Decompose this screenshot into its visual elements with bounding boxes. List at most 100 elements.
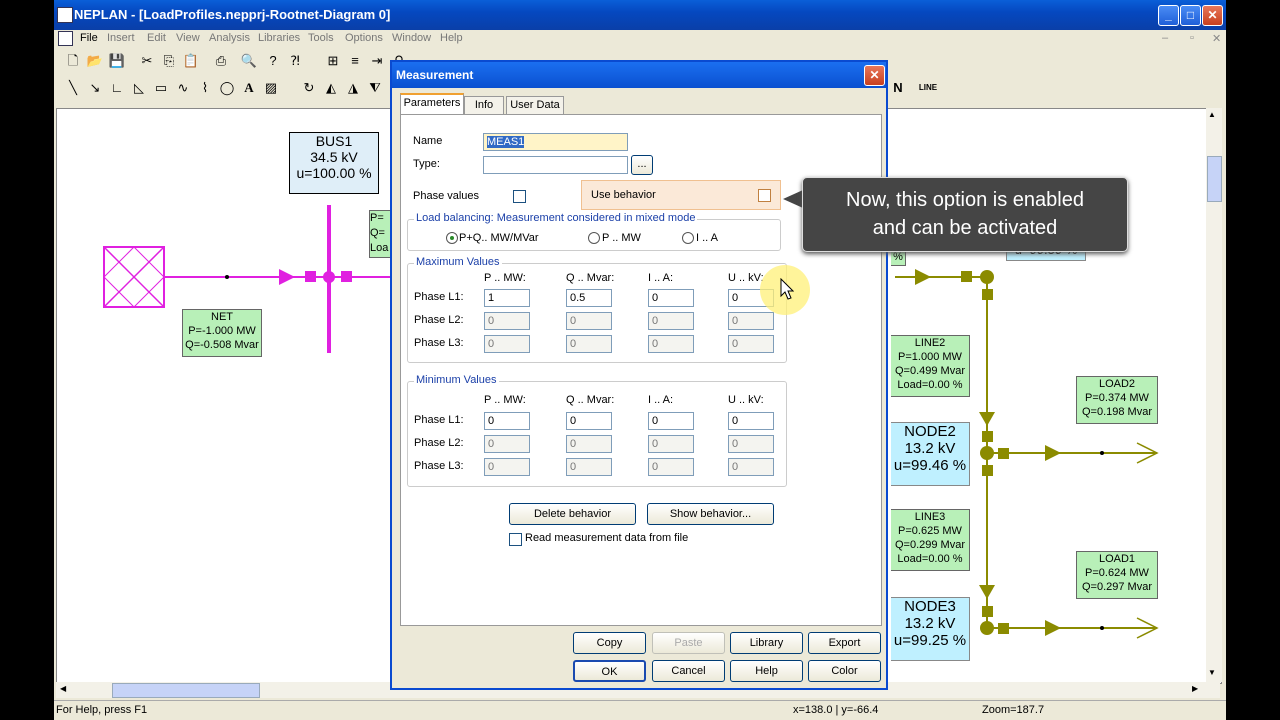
menu-view[interactable]: View [176, 32, 200, 44]
read-measurement-checkbox[interactable] [509, 533, 522, 546]
image-tool-icon[interactable]: ▨ [262, 79, 280, 97]
max-l2-i-field[interactable]: 0 [648, 312, 694, 330]
menu-libraries[interactable]: Libraries [258, 32, 300, 44]
copy-button[interactable]: Copy [573, 632, 646, 654]
phase-values-checkbox[interactable] [513, 190, 526, 203]
max-l3-p-field[interactable]: 0 [484, 335, 530, 353]
menu-file[interactable]: File [80, 32, 98, 44]
rotate-icon[interactable]: ↻ [300, 79, 318, 97]
close-button[interactable]: ✕ [1202, 5, 1223, 26]
max-l1-q-field[interactable]: 0.5 [566, 289, 612, 307]
min-l3-p-field[interactable]: 0 [484, 458, 530, 476]
cut-icon[interactable]: ✂ [138, 52, 156, 70]
copy-icon[interactable]: ⎘ [160, 52, 178, 70]
tab-info[interactable]: Info [464, 96, 504, 115]
node2-label[interactable]: NODE2 13.2 kV u=99.46 % [891, 422, 970, 486]
flip-vertical-icon[interactable]: ◮ [344, 79, 362, 97]
scroll-right-icon[interactable]: ▶ [1192, 684, 1198, 693]
polyline-tool-icon[interactable]: ∟ [108, 79, 126, 97]
radio-i[interactable] [682, 232, 694, 244]
mdi-minimize-icon[interactable]: – [1162, 32, 1168, 44]
help-button[interactable]: Help [730, 660, 803, 682]
max-l3-q-field[interactable]: 0 [566, 335, 612, 353]
radio-pq[interactable] [446, 232, 458, 244]
maximize-button[interactable]: □ [1180, 5, 1201, 26]
curve-tool-icon[interactable]: ∿ [174, 79, 192, 97]
vertical-scroll-thumb[interactable] [1207, 156, 1222, 202]
menu-tools[interactable]: Tools [308, 32, 334, 44]
type-browse-button[interactable]: ... [631, 155, 653, 175]
vertical-scrollbar[interactable]: ▲ ▼ [1206, 108, 1222, 682]
min-l2-u-field[interactable]: 0 [728, 435, 774, 453]
info-tool-icon[interactable]: N [889, 79, 907, 97]
line-tool-icon[interactable]: ╲ [64, 79, 82, 97]
bus1-label[interactable]: BUS1 34.5 kV u=100.00 % [289, 132, 379, 194]
scroll-up-icon[interactable]: ▲ [1208, 110, 1216, 119]
menu-window[interactable]: Window [392, 32, 431, 44]
ok-button[interactable]: OK [573, 660, 646, 682]
tab-user-data[interactable]: User Data [506, 96, 564, 115]
menu-edit[interactable]: Edit [147, 32, 166, 44]
partial-line-label[interactable]: P= Q= Loa [369, 210, 392, 258]
menu-options[interactable]: Options [345, 32, 383, 44]
open-icon[interactable]: 📂 [86, 52, 104, 70]
text-tool-icon[interactable]: A [240, 79, 258, 97]
delete-behavior-button[interactable]: Delete behavior [509, 503, 636, 525]
paste-button[interactable]: Paste [652, 632, 725, 654]
mdi-restore-icon[interactable]: ▫ [1190, 32, 1194, 44]
print-icon[interactable]: ⎙ [212, 52, 230, 70]
mdi-close-icon[interactable]: ✕ [1212, 32, 1221, 45]
list-icon[interactable]: ≡ [346, 52, 364, 70]
help-icon[interactable]: ? [264, 52, 282, 70]
print-preview-icon[interactable]: 🔍 [240, 52, 258, 70]
horizontal-scroll-thumb[interactable] [112, 683, 260, 698]
line-label-tool-icon[interactable]: LINE [914, 79, 942, 97]
type-field[interactable] [483, 156, 628, 174]
export-button[interactable]: Export [808, 632, 881, 654]
net-label[interactable]: NET P=-1.000 MW Q=-0.508 Mvar [182, 309, 262, 357]
min-l2-q-field[interactable]: 0 [566, 435, 612, 453]
load1-label[interactable]: LOAD1 P=0.624 MW Q=0.297 Mvar [1076, 551, 1158, 599]
min-l1-i-field[interactable]: 0 [648, 412, 694, 430]
context-help-icon[interactable]: ⁈ [286, 52, 304, 70]
paste-icon[interactable]: 📋 [182, 52, 200, 70]
max-l3-u-field[interactable]: 0 [728, 335, 774, 353]
load2-label[interactable]: LOAD2 P=0.374 MW Q=0.198 Mvar [1076, 376, 1158, 424]
node3-label[interactable]: NODE3 13.2 kV u=99.25 % [891, 597, 970, 661]
layer-icon[interactable]: ⊞ [324, 52, 342, 70]
max-l3-i-field[interactable]: 0 [648, 335, 694, 353]
min-l3-u-field[interactable]: 0 [728, 458, 774, 476]
connect-icon[interactable]: ⇥ [368, 52, 386, 70]
min-l1-u-field[interactable]: 0 [728, 412, 774, 430]
flip-horizontal-icon[interactable]: ◭ [322, 79, 340, 97]
min-l2-i-field[interactable]: 0 [648, 435, 694, 453]
scroll-down-icon[interactable]: ▼ [1208, 668, 1216, 677]
new-icon[interactable]: 🗋 [64, 52, 82, 70]
max-l1-i-field[interactable]: 0 [648, 289, 694, 307]
name-field[interactable]: MEAS1 [483, 133, 628, 151]
scroll-left-icon[interactable]: ◀ [60, 684, 66, 693]
color-button[interactable]: Color [808, 660, 881, 682]
freeform-tool-icon[interactable]: ⌇ [196, 79, 214, 97]
min-l1-q-field[interactable]: 0 [566, 412, 612, 430]
max-l2-p-field[interactable]: 0 [484, 312, 530, 330]
cancel-button[interactable]: Cancel [652, 660, 725, 682]
max-l2-q-field[interactable]: 0 [566, 312, 612, 330]
arrow-tool-icon[interactable]: ↘ [86, 79, 104, 97]
minimize-button[interactable]: _ [1158, 5, 1179, 26]
save-icon[interactable]: 💾 [108, 52, 126, 70]
min-l2-p-field[interactable]: 0 [484, 435, 530, 453]
ellipse-tool-icon[interactable]: ◯ [218, 79, 236, 97]
min-l3-i-field[interactable]: 0 [648, 458, 694, 476]
max-l1-p-field[interactable]: 1 [484, 289, 530, 307]
line3-label[interactable]: LINE3 P=0.625 MW Q=0.299 Mvar Load=0.00 … [891, 509, 970, 571]
radio-p[interactable] [588, 232, 600, 244]
library-button[interactable]: Library [730, 632, 803, 654]
menu-insert[interactable]: Insert [107, 32, 135, 44]
mirror-icon[interactable]: ⧨ [366, 79, 384, 97]
menu-help[interactable]: Help [440, 32, 463, 44]
triangle-tool-icon[interactable]: ◺ [130, 79, 148, 97]
max-l2-u-field[interactable]: 0 [728, 312, 774, 330]
use-behavior-checkbox[interactable] [758, 189, 771, 202]
rectangle-tool-icon[interactable]: ▭ [152, 79, 170, 97]
